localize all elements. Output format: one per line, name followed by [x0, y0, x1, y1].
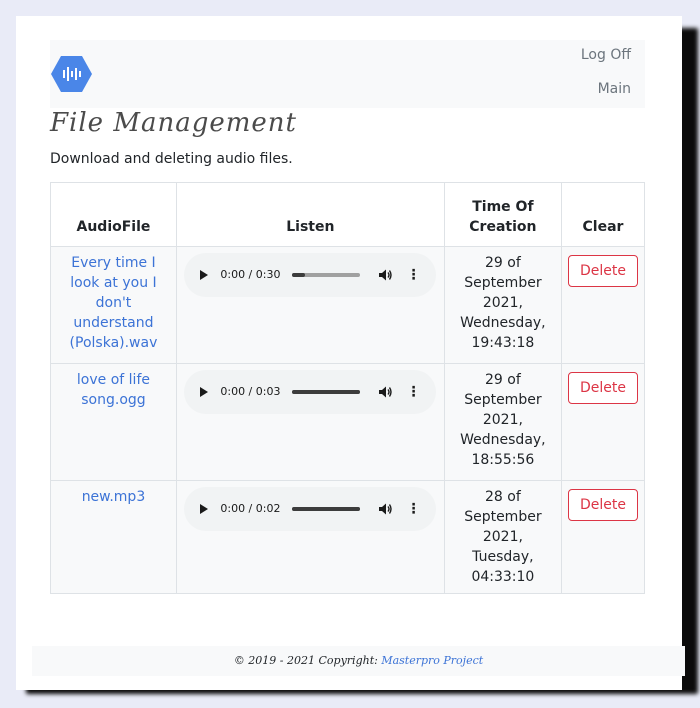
- audio-logo-icon[interactable]: [51, 55, 92, 93]
- delete-button[interactable]: Delete: [567, 489, 638, 521]
- more-options-icon[interactable]: ⋮: [406, 385, 420, 399]
- more-options-icon[interactable]: ⋮: [406, 268, 420, 282]
- page-subtitle: Download and deleting audio files.: [50, 151, 293, 167]
- delete-button[interactable]: Delete: [567, 255, 638, 287]
- player-time: 0:00 / 0:03: [220, 385, 281, 398]
- play-icon[interactable]: [200, 504, 209, 514]
- page-title: File Management: [50, 108, 297, 138]
- navbar: Log Off Main: [50, 40, 645, 108]
- play-icon[interactable]: [200, 270, 209, 280]
- created-cell: 29 of September 2021, Wednesday, 19:43:1…: [443, 246, 562, 364]
- file-cell: Every time I look at you I don't underst…: [50, 246, 177, 364]
- volume-icon[interactable]: [378, 502, 393, 516]
- clear-cell: Delete: [560, 246, 646, 364]
- footer-project-link[interactable]: Masterpro Project: [381, 654, 483, 667]
- header-audiofile: AudioFile: [50, 182, 177, 247]
- clear-cell: Delete: [560, 480, 646, 594]
- volume-icon[interactable]: [378, 385, 393, 399]
- footer: © 2019 - 2021 Copyright: Masterpro Proje…: [32, 646, 685, 676]
- listen-cell: 0:00 / 0:02 ⋮: [175, 480, 445, 594]
- table-row: Every time I look at you I don't underst…: [50, 246, 646, 364]
- play-icon[interactable]: [200, 387, 209, 397]
- header-clear: Clear: [560, 182, 646, 247]
- nav-main-link[interactable]: Main: [581, 81, 631, 98]
- listen-cell: 0:00 / 0:30 ⋮: [175, 246, 445, 364]
- nav-links: Log Off Main: [581, 47, 631, 115]
- created-cell: 28 of September 2021, Tuesday, 04:33:10: [443, 480, 562, 594]
- seek-bar-fill: [292, 390, 361, 394]
- file-cell: love of life song.ogg: [50, 363, 177, 481]
- table-header-row: AudioFile Listen Time Of Creation Clear: [50, 182, 646, 247]
- delete-button[interactable]: Delete: [567, 372, 638, 404]
- seek-bar[interactable]: [292, 390, 361, 394]
- audio-file-link[interactable]: love of life song.ogg: [77, 372, 150, 408]
- player-time: 0:00 / 0:02: [220, 502, 281, 515]
- player-time: 0:00 / 0:30: [220, 268, 281, 281]
- nav-log-off-link[interactable]: Log Off: [581, 47, 631, 64]
- header-listen: Listen: [175, 182, 445, 247]
- clear-cell: Delete: [560, 363, 646, 481]
- seek-bar-fill: [292, 507, 361, 511]
- audio-player[interactable]: 0:00 / 0:03 ⋮: [184, 370, 437, 414]
- file-cell: new.mp3: [50, 480, 177, 594]
- audio-file-link[interactable]: new.mp3: [82, 489, 146, 505]
- footer-copyright: © 2019 - 2021 Copyright:: [233, 654, 378, 667]
- volume-icon[interactable]: [378, 268, 393, 282]
- audio-files-table: AudioFile Listen Time Of Creation Clear …: [50, 182, 646, 594]
- seek-bar[interactable]: [292, 273, 361, 277]
- header-time-of-creation: Time Of Creation: [443, 182, 562, 247]
- more-options-icon[interactable]: ⋮: [406, 502, 420, 516]
- audio-player[interactable]: 0:00 / 0:30 ⋮: [184, 253, 437, 297]
- seek-bar-fill: [292, 273, 305, 277]
- page: Log Off Main File Management Download an…: [16, 16, 685, 690]
- table-row: love of life song.ogg 0:00 / 0:03 ⋮ 29 o…: [50, 363, 646, 481]
- audio-file-link[interactable]: Every time I look at you I don't underst…: [70, 255, 158, 351]
- audio-player[interactable]: 0:00 / 0:02 ⋮: [184, 487, 437, 531]
- table-row: new.mp3 0:00 / 0:02 ⋮ 28 of September 20…: [50, 480, 646, 594]
- listen-cell: 0:00 / 0:03 ⋮: [175, 363, 445, 481]
- seek-bar[interactable]: [292, 507, 361, 511]
- created-cell: 29 of September 2021, Wednesday, 18:55:5…: [443, 363, 562, 481]
